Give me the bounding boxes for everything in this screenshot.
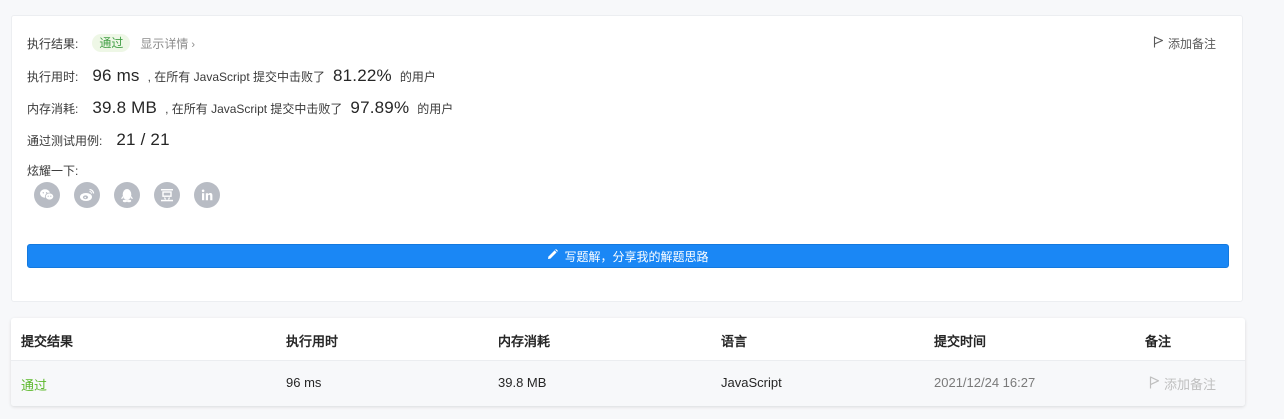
submission-time: 2021/12/24 16:27: [934, 375, 1036, 390]
header-language: 语言: [721, 334, 748, 349]
chevron-right-icon: ›: [191, 38, 196, 51]
header-runtime: 执行用时: [286, 334, 339, 349]
add-note-label: 添加备注: [1167, 37, 1216, 51]
header-note: 备注: [1145, 334, 1172, 349]
status-row: 执行结果: 通过 显示详情 ›: [27, 34, 195, 52]
testcases-label: 通过测试用例:: [27, 133, 103, 148]
status-badge: 通过: [92, 34, 131, 52]
write-solution-label: 写题解，分享我的解题思路: [564, 249, 709, 264]
runtime-percent: 81.22%: [333, 66, 392, 85]
runtime-label: 执行用时:: [27, 69, 79, 84]
submission-language: JavaScript: [721, 375, 782, 390]
row-add-note-label: 添加备注: [1164, 377, 1217, 392]
memory-percent: 97.89%: [350, 98, 410, 117]
table-row[interactable]: 通过 96 ms 39.8 MB JavaScript 2021/12/24 1…: [11, 361, 1245, 406]
linkedin-icon[interactable]: [194, 182, 220, 208]
show-details-label: 显示详情: [140, 36, 189, 51]
douban-icon[interactable]: [154, 182, 180, 208]
write-solution-button[interactable]: 写题解，分享我的解题思路: [27, 244, 1229, 268]
submission-status[interactable]: 通过: [21, 375, 47, 394]
memory-value: 39.8 MB: [92, 98, 158, 117]
page: 执行结果: 通过 显示详情 › 添加备注 执行用时: 96 ms , 在所有 Ja…: [0, 0, 1284, 419]
runtime-suffix: 的用户: [399, 69, 436, 84]
share-icons: [34, 182, 220, 208]
testcases-row: 通过测试用例: 21 / 21: [27, 130, 170, 150]
share-row: 炫耀一下:: [27, 162, 78, 179]
show-details-link[interactable]: 显示详情 ›: [140, 35, 195, 52]
add-note-button[interactable]: 添加备注: [1153, 35, 1216, 52]
table-header: 提交结果 执行用时 内存消耗 语言 提交时间 备注: [11, 318, 1245, 361]
flag-icon: [1149, 375, 1160, 392]
status-label: 执行结果:: [27, 36, 79, 51]
submissions-table: 提交结果 执行用时 内存消耗 语言 提交时间 备注 通过 96 ms 39.8 …: [11, 318, 1245, 406]
share-label: 炫耀一下:: [27, 164, 79, 178]
runtime-value: 96 ms: [92, 66, 140, 85]
header-submit-time: 提交时间: [934, 334, 987, 349]
testcases-value: 21 / 21: [116, 130, 170, 149]
runtime-row: 执行用时: 96 ms , 在所有 JavaScript 提交中击败了 81.2…: [27, 66, 436, 86]
header-status: 提交结果: [21, 334, 74, 349]
weibo-icon[interactable]: [74, 182, 100, 208]
header-memory: 内存消耗: [498, 334, 551, 349]
submission-runtime: 96 ms: [286, 375, 322, 390]
flag-icon: [1153, 36, 1164, 51]
submission-memory: 39.8 MB: [498, 375, 547, 390]
qq-icon[interactable]: [114, 182, 140, 208]
runtime-mid-text: , 在所有 JavaScript 提交中击败了: [147, 69, 325, 84]
memory-suffix: 的用户: [417, 101, 454, 116]
wechat-icon[interactable]: [34, 182, 60, 208]
result-card: 执行结果: 通过 显示详情 › 添加备注 执行用时: 96 ms , 在所有 Ja…: [11, 15, 1243, 302]
pencil-icon: [547, 249, 559, 263]
row-add-note-button[interactable]: 添加备注: [1149, 374, 1216, 393]
memory-label: 内存消耗:: [27, 101, 79, 116]
memory-row: 内存消耗: 39.8 MB , 在所有 JavaScript 提交中击败了 97…: [27, 98, 453, 118]
memory-mid-text: , 在所有 JavaScript 提交中击败了: [165, 101, 343, 116]
